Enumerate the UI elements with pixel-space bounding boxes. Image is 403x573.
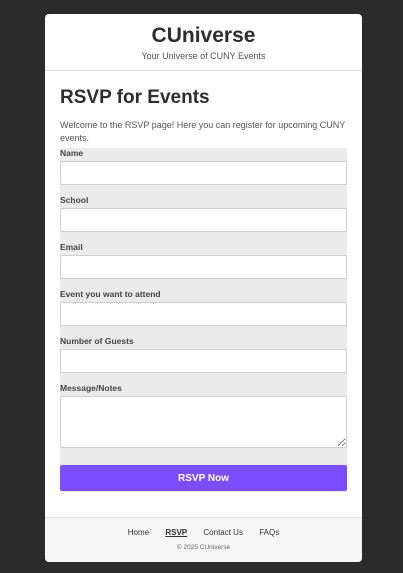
school-label: School: [60, 195, 89, 205]
school-input[interactable]: [60, 208, 347, 232]
school-field-group: School: [60, 195, 347, 232]
message-field-group: Message/Notes: [60, 383, 347, 448]
name-field-group: Name: [60, 148, 347, 185]
message-textarea[interactable]: [60, 396, 347, 448]
event-field-group: Event you want to attend: [60, 289, 347, 326]
main-content: RSVP for Events Welcome to the RSVP page…: [45, 87, 362, 492]
footer-link-home[interactable]: Home: [128, 528, 149, 537]
copyright-text: © 2025 CUniverse: [176, 544, 231, 551]
page-title: RSVP for Events: [60, 87, 210, 108]
email-label: Email: [60, 242, 83, 252]
guests-label: Number of Guests: [60, 336, 134, 346]
page-card: CUniverse Your Universe of CUNY Events R…: [45, 14, 362, 562]
site-footer: Home RSVP Contact Us FAQs © 2025 CUniver…: [45, 517, 362, 562]
rsvp-form: Name School Email Event you want to atte…: [60, 148, 347, 492]
rsvp-submit-button[interactable]: RSVP Now: [60, 465, 347, 491]
event-label: Event you want to attend: [60, 289, 161, 299]
intro-text: Welcome to the RSVP page! Here you can r…: [60, 120, 346, 143]
email-field-group: Email: [60, 242, 347, 279]
site-tagline: Your Universe of CUNY Events: [141, 51, 266, 61]
event-input[interactable]: [60, 302, 347, 326]
message-label: Message/Notes: [60, 383, 122, 393]
site-brand[interactable]: CUniverse: [45, 14, 362, 48]
site-header: CUniverse Your Universe of CUNY Events: [45, 14, 362, 71]
footer-nav: Home RSVP Contact Us FAQs: [45, 528, 362, 538]
email-input[interactable]: [60, 255, 347, 279]
footer-link-faqs[interactable]: FAQs: [259, 528, 279, 537]
guests-field-group: Number of Guests: [60, 336, 347, 373]
footer-link-contact[interactable]: Contact Us: [203, 528, 243, 537]
name-input[interactable]: [60, 161, 347, 185]
guests-input[interactable]: [60, 349, 347, 373]
name-label: Name: [60, 148, 84, 158]
footer-link-rsvp[interactable]: RSVP: [165, 528, 187, 537]
